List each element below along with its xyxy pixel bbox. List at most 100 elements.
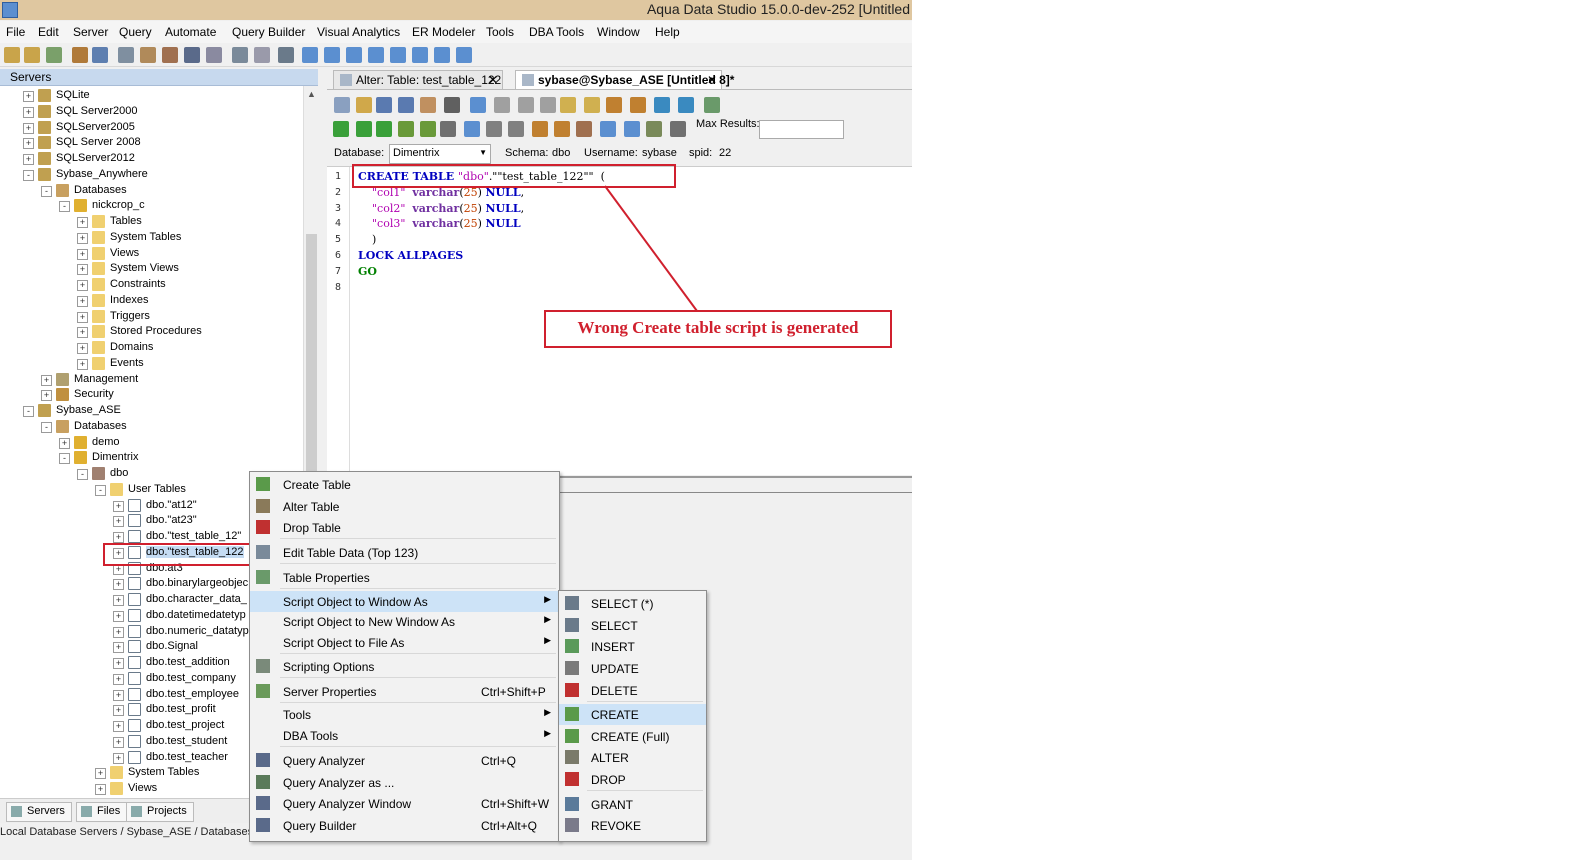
close-icon[interactable]: ✕ (707, 71, 717, 89)
expand-icon[interactable]: + (113, 721, 124, 732)
expand-icon[interactable]: + (77, 248, 88, 260)
expand-icon[interactable]: + (113, 595, 124, 606)
submenu-item[interactable]: CREATE (559, 704, 706, 725)
editor-toolbar-icon[interactable] (532, 121, 548, 137)
toolbar-button-icon[interactable] (232, 47, 248, 63)
toolbar-button-icon[interactable] (118, 47, 134, 63)
tree-node[interactable]: + Stored Procedures (0, 324, 303, 340)
expand-icon[interactable]: + (113, 736, 124, 748)
max-results-input[interactable] (759, 120, 844, 139)
menu-server[interactable]: Server (73, 25, 108, 39)
menu-query-builder[interactable]: Query Builder (232, 25, 305, 39)
expand-icon[interactable]: + (41, 374, 52, 386)
editor-toolbar-icon[interactable] (654, 97, 670, 113)
tree-node[interactable]: + SQL Server2000 (0, 104, 303, 120)
expand-icon[interactable]: + (77, 280, 88, 291)
editor-toolbar-icon[interactable] (356, 121, 372, 137)
editor-toolbar-icon[interactable] (508, 121, 524, 137)
toolbar-button-icon[interactable] (206, 47, 222, 63)
menu-er-modeler[interactable]: ER Modeler (412, 25, 475, 39)
toolbar-button-icon[interactable] (4, 47, 20, 63)
editor-toolbar-icon[interactable] (464, 121, 480, 137)
menu-help[interactable]: Help (655, 25, 680, 39)
scroll-up-icon[interactable]: ▲ (307, 89, 316, 99)
editor-toolbar-icon[interactable] (420, 121, 436, 137)
submenu-item[interactable]: UPDATE (559, 658, 706, 679)
expand-icon[interactable]: + (77, 217, 88, 228)
toolbar-button-icon[interactable] (92, 47, 108, 63)
toolbar-button-icon[interactable] (368, 47, 384, 63)
menu-visual-analytics[interactable]: Visual Analytics (317, 25, 400, 39)
close-icon[interactable]: ✕ (488, 71, 498, 89)
editor-toolbar-icon[interactable] (606, 97, 622, 113)
tree-node[interactable]: + SQLServer2005 (0, 120, 303, 136)
toolbar-button-icon[interactable] (140, 47, 156, 63)
toolbar-button-icon[interactable] (434, 47, 450, 63)
tree-node[interactable]: + Security (0, 387, 303, 403)
editor-toolbar-icon[interactable] (470, 97, 486, 113)
toolbar-button-icon[interactable] (412, 47, 428, 63)
expand-icon[interactable]: + (23, 154, 34, 165)
expand-icon[interactable]: + (113, 610, 124, 622)
toolbar-button-icon[interactable] (278, 47, 294, 63)
expand-icon[interactable]: + (23, 91, 34, 102)
expand-icon[interactable]: + (77, 295, 88, 307)
editor-toolbar-icon[interactable] (333, 121, 349, 137)
tree-node[interactable]: + demo (0, 435, 303, 451)
expand-icon[interactable]: + (77, 264, 88, 276)
collapse-icon[interactable]: - (95, 484, 106, 496)
editor-toolbar-icon[interactable] (554, 121, 570, 137)
editor-toolbar-icon[interactable] (440, 121, 456, 137)
collapse-icon[interactable]: - (59, 453, 70, 465)
expand-icon[interactable]: + (77, 343, 88, 354)
tree-node[interactable]: + System Tables (0, 230, 303, 246)
menu-window[interactable]: Window (597, 25, 640, 39)
panel-tab-files[interactable]: Files (76, 802, 128, 822)
editor-toolbar-icon[interactable] (486, 121, 502, 137)
expand-icon[interactable]: + (95, 768, 106, 780)
editor-toolbar-icon[interactable] (624, 121, 640, 137)
context-menu-item[interactable]: Alter Table (250, 496, 559, 517)
tree-node[interactable]: + Events (0, 356, 303, 372)
tree-node[interactable]: + System Views (0, 261, 303, 277)
toolbar-button-icon[interactable] (24, 47, 40, 63)
editor-toolbar-icon[interactable] (646, 121, 662, 137)
toolbar-button-icon[interactable] (324, 47, 340, 63)
editor-toolbar-icon[interactable] (376, 97, 392, 113)
menu-dba-tools[interactable]: DBA Tools (529, 25, 584, 39)
editor-toolbar-icon[interactable] (420, 97, 436, 113)
tree-node[interactable]: + Indexes (0, 293, 303, 309)
expand-icon[interactable]: + (113, 579, 124, 591)
expand-icon[interactable]: + (113, 752, 124, 764)
expand-icon[interactable]: + (59, 437, 70, 449)
document-tab[interactable]: Alter: Table: test_table_122 ✕ (333, 70, 503, 89)
expand-icon[interactable]: + (77, 311, 88, 323)
collapse-icon[interactable]: - (23, 406, 34, 417)
tree-node[interactable]: + SQL Server 2008 (0, 135, 303, 151)
expand-icon[interactable]: + (113, 642, 124, 654)
tree-node[interactable]: + Triggers (0, 309, 303, 325)
toolbar-button-icon[interactable] (456, 47, 472, 63)
editor-toolbar-icon[interactable] (376, 121, 392, 137)
menu-automate[interactable]: Automate (165, 25, 216, 39)
context-menu-item[interactable]: Drop Table (250, 517, 559, 538)
menu-edit[interactable]: Edit (38, 25, 59, 39)
editor-toolbar-icon[interactable] (540, 97, 556, 113)
collapse-icon[interactable]: - (23, 169, 34, 181)
tree-node[interactable]: - nickcrop_c (0, 198, 303, 214)
collapse-icon[interactable]: - (59, 201, 70, 213)
submenu-item[interactable]: SELECT (559, 615, 706, 636)
tree-node[interactable]: - Sybase_ASE (0, 403, 303, 419)
editor-toolbar-icon[interactable] (600, 121, 616, 137)
editor-toolbar-icon[interactable] (518, 97, 534, 113)
toolbar-button-icon[interactable] (46, 47, 62, 63)
editor-toolbar-icon[interactable] (678, 97, 694, 113)
editor-toolbar-icon[interactable] (560, 97, 576, 113)
menu-file[interactable]: File (6, 25, 25, 39)
expand-icon[interactable]: + (77, 232, 88, 244)
expand-icon[interactable]: + (113, 689, 124, 701)
tree-node[interactable]: - Dimentrix (0, 450, 303, 466)
expand-icon[interactable]: + (77, 327, 88, 339)
submenu-item[interactable]: DROP (559, 769, 706, 790)
expand-icon[interactable]: + (113, 532, 124, 543)
